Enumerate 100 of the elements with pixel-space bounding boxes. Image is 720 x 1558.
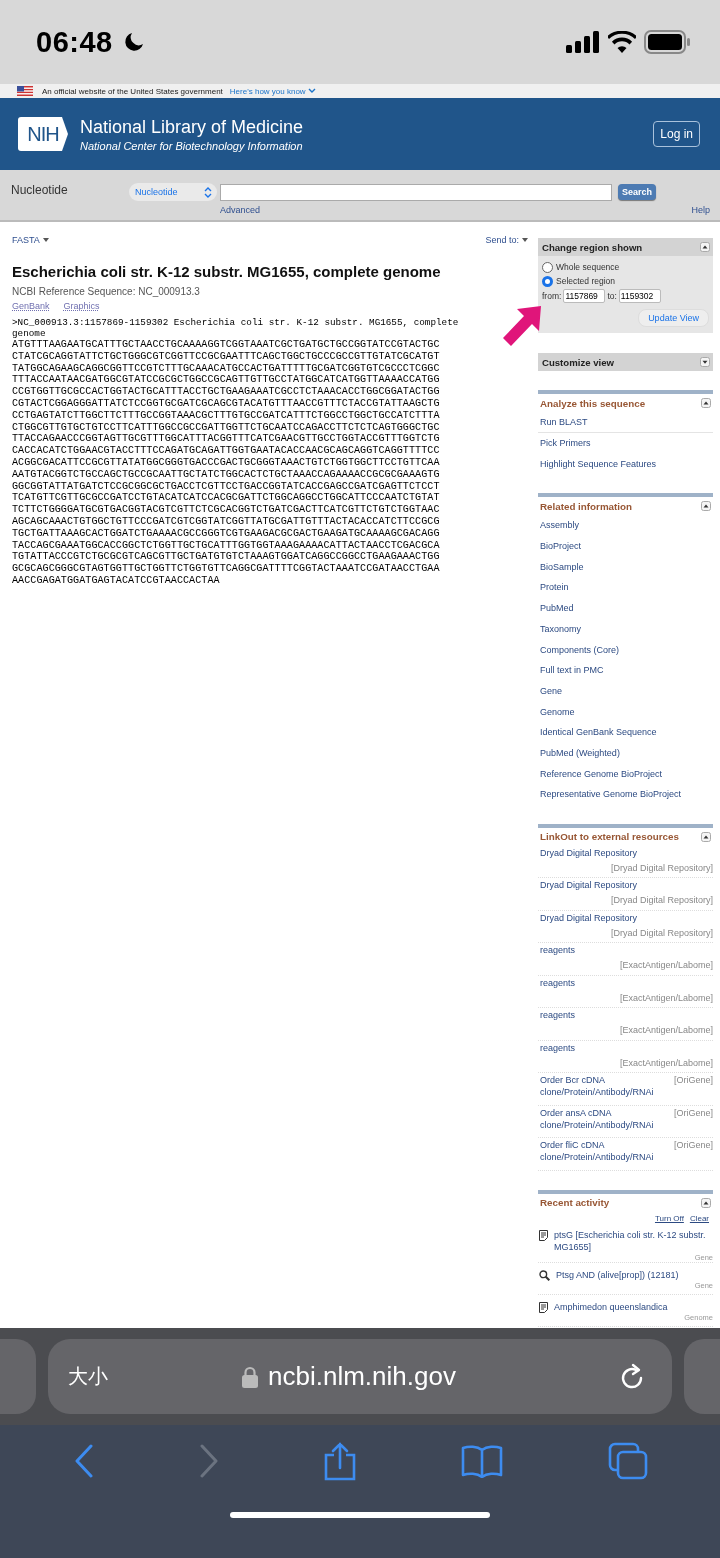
view-link[interactable]: Graphics <box>63 301 100 311</box>
nih-logo[interactable]: NIH <box>18 117 68 151</box>
help-link[interactable]: Help <box>691 205 710 215</box>
resource-link[interactable]: reagents <box>540 1009 713 1022</box>
turn-off-link[interactable]: Turn Off <box>654 1213 684 1223</box>
sidebar-link[interactable]: Pick Primers <box>540 438 591 449</box>
recent-item-link[interactable]: ptsG [Escherichia coli str. K-12 substr. MG1655] <box>554 1228 713 1253</box>
collapse-icon[interactable] <box>701 501 711 512</box>
resource-link[interactable]: Order ansA cDNA clone/Protein/Antibody/RNAi <box>540 1106 658 1131</box>
recent-item-link[interactable]: Ptsg AND (alive[prop]) (12181) <box>556 1268 713 1281</box>
resource-link[interactable]: reagents <box>540 944 713 957</box>
site-title: National Library of Medicine <box>80 116 305 138</box>
sequence-line: CTGGCGTTGTGCTGTCCTTCATTTGGCCGCCGATTGGTTCTGCAATCCAGACCTTCTCTCAGTGGGCTGC <box>12 421 441 434</box>
collapse-icon[interactable] <box>701 831 711 842</box>
sequence-line: TGTATTACCCGTCTGCGCGTCAGCGTTGCTGATGTGTCTAAAGTGGATCAGGCCGGCCTGAAGAAACTGG <box>12 551 441 564</box>
sidebar-link[interactable]: Taxonomy <box>540 623 582 634</box>
collapse-icon[interactable] <box>701 398 711 408</box>
fasta-header: >NC_000913.3:1157869-1159302 Escherichia coli str. K-12 substr. MG1655, complete genome <box>12 317 460 339</box>
sequence-line: TCATGTTCGTTGCGCCGATCCTGTACATCATCCACGCGATTCTGGCAGGCCTGGCATTCCCAATCTGTAT <box>12 492 441 505</box>
sequence-line: TCTTCTGGGGATGCGTGACGGTACGTCGTTCTCGCACGGTCTGATCGACTTCATCGTTCTGTCTGGTAAC <box>12 504 441 516</box>
address-bar[interactable]: 大小 ncbi.nlm.nih.gov <box>48 1339 672 1414</box>
share-icon[interactable] <box>322 1441 357 1481</box>
to-field[interactable]: 1159302 <box>618 289 661 303</box>
search-icon <box>539 1269 550 1281</box>
update-view-button[interactable]: Update View <box>638 309 709 327</box>
sidebar-link[interactable]: Genome <box>540 706 575 717</box>
section-title: Analyze this sequence <box>540 397 646 409</box>
format-menu[interactable]: FASTA <box>12 235 49 245</box>
search-field[interactable] <box>220 183 612 201</box>
collapse-icon[interactable] <box>701 1197 711 1208</box>
document-icon <box>539 1229 548 1241</box>
caret-icon <box>522 238 528 242</box>
resource-provider: [Dryad Digital Repository] <box>610 894 713 907</box>
resource-provider: [OriGene] <box>674 1139 713 1152</box>
database-label: Nucleotide <box>11 183 69 199</box>
caret-icon <box>42 238 49 242</box>
banner-text: An official website of the United States government <box>42 86 223 96</box>
updown-chevron-icon <box>204 186 212 198</box>
sidebar-link[interactable]: BioProject <box>540 541 582 552</box>
lock-icon <box>242 1365 259 1388</box>
view-link[interactable]: GenBank <box>12 301 50 311</box>
sequence-line: ATGTTTAAGAATGCATTTGCTAACCTGCAAAAGGTCGGTAAATCGCTGATGCTGCCGGTATCCGTACTGC <box>12 339 441 351</box>
panel-title: Customize view <box>542 356 614 368</box>
advanced-link[interactable]: Advanced <box>220 205 261 215</box>
resource-provider: [OriGene] <box>674 1106 713 1119</box>
sidebar-link[interactable]: Identical GenBank Sequence <box>540 727 657 738</box>
battery-icon <box>644 30 690 54</box>
sidebar-link[interactable]: Full text in PMC <box>540 665 604 676</box>
sidebar-link[interactable]: Reference Genome BioProject <box>540 768 663 779</box>
resource-link[interactable]: Dryad Digital Repository <box>540 879 713 892</box>
expand-icon[interactable] <box>700 357 710 367</box>
resource-link[interactable]: Dryad Digital Repository <box>540 846 713 859</box>
from-field[interactable]: 1157869 <box>563 289 606 303</box>
sequence-line: AATGTACGGTCTGCCAGCTGCCGCAATTGCTATCTGGCACTCTGCTAAACCAGAAAACCGCGCGAAAGTG <box>12 468 441 481</box>
sidebar-link[interactable]: PubMed <box>540 603 574 614</box>
resource-link[interactable]: reagents <box>540 976 713 989</box>
sidebar-link[interactable]: Highlight Sequence Features <box>540 458 657 469</box>
tabs-icon[interactable] <box>607 1442 648 1480</box>
sidebar-link[interactable]: Run BLAST <box>540 416 588 427</box>
sidebar-link[interactable]: Components (Core) <box>540 644 620 655</box>
chevron-down-icon <box>307 88 316 94</box>
sidebar-link[interactable]: Protein <box>540 582 569 593</box>
panel-title: Change region shown <box>542 241 643 253</box>
sequence-line: CCGTGGTTGCGCCACTGGTACTGCATTTACCTGCTGAAGAAATCGCCTCTAAACACCTGGCGGATACTGG <box>12 386 441 398</box>
moon-icon <box>122 31 145 53</box>
resource-link[interactable]: Order Bcr cDNA clone/Protein/Antibody/RNAi <box>540 1074 658 1099</box>
sidebar-link[interactable]: PubMed (Weighted) <box>540 747 620 758</box>
to-label: to: <box>607 291 617 301</box>
login-button[interactable]: Log in <box>653 121 700 147</box>
radio-button[interactable] <box>542 275 553 287</box>
text-size-button[interactable]: 大小 <box>68 1363 108 1390</box>
resource-link[interactable]: Order fliC cDNA clone/Protein/Antibody/RNAi <box>540 1139 658 1164</box>
sequence-line: AGCAGCAAACTGTGGCTGTTCCCGATCGTCGGTATCGGTTATGCGATTGTTTACTACACCATCTTCCGCG <box>12 515 441 528</box>
sequence-line: CGTACTCGGAGGGATTATCTCCGGTGCGATCGCAGCGTACATGTTTAACCGTTTCTACCGTATTAAGCTG <box>12 398 441 410</box>
wifi-icon <box>608 31 636 53</box>
bookmarks-icon[interactable] <box>461 1444 504 1478</box>
flag-icon <box>17 86 33 96</box>
reference-sequence: NCBI Reference Sequence: NC_000913.3 <box>12 286 201 297</box>
section-title: Recent activity <box>540 1197 610 1209</box>
radio-button[interactable] <box>542 261 553 273</box>
sequence-line: CCTGAGTATCTTGGCTTCTTTGCCGGTAAACGCTTTGTGCCGATCATTTCTGGCCTGGCTGCCATCTTTA <box>12 409 441 422</box>
resource-link[interactable]: Dryad Digital Repository <box>540 911 713 924</box>
sidebar-link[interactable]: Assembly <box>540 520 579 531</box>
sequence-line: CACCACATCTGGAACGTACCTTTCCAGATGCAGATTGGTGAATACACCAACGCAGCAGGTCAGGTTTTCC <box>12 445 441 457</box>
collapse-icon[interactable] <box>700 242 710 252</box>
send-to-menu[interactable]: Send to: <box>485 235 528 245</box>
sequence-line: CTATCGCAGGTATTCTGCTGGGCGTCGGTTCCGCGAATTTCAGCTGGCTGCCCGCCGTTGTATCGCATGT <box>12 350 441 363</box>
search-button[interactable]: Search <box>618 184 657 200</box>
pointer-arrow-icon <box>502 305 542 347</box>
sequence-line: TGCTGATTAAAGCACTGGATCTGAAAACGCCGGGTCGTGAAGACGCGACTGAAGATGCAAAAGCGACAGG <box>12 527 441 540</box>
document-icon <box>539 1301 548 1313</box>
back-icon[interactable] <box>74 1444 95 1478</box>
sidebar-link[interactable]: Gene <box>540 685 563 696</box>
recent-item-link[interactable]: Amphimedon queenslandica <box>554 1300 713 1313</box>
resource-link[interactable]: reagents <box>540 1041 713 1054</box>
sidebar-link[interactable]: BioSample <box>540 561 584 572</box>
clear-link[interactable]: Clear <box>689 1213 709 1223</box>
how-you-know-link[interactable]: Here's how you know <box>229 86 316 96</box>
database-select[interactable]: Nucleotide <box>129 183 217 201</box>
sidebar-link[interactable]: Representative Genome BioProject <box>540 789 682 800</box>
